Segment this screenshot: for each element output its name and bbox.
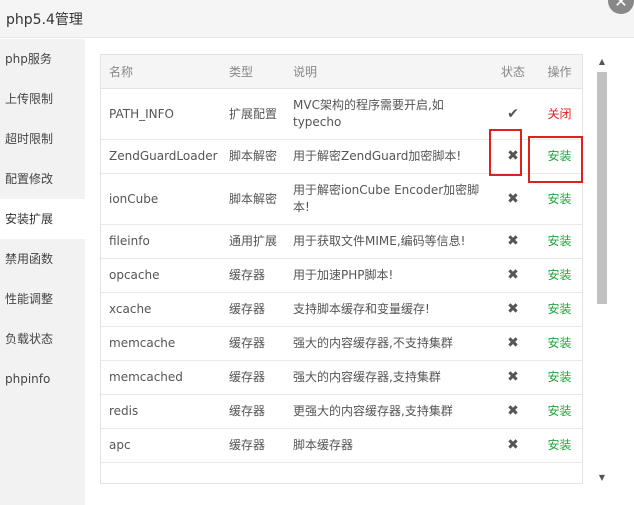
- row-name: xcache: [101, 292, 221, 327]
- row-type: 缓存器: [221, 394, 285, 429]
- row-type: 通用扩展: [221, 224, 285, 259]
- install-link[interactable]: 安装: [547, 268, 571, 282]
- sidebar-item-timeout-limit[interactable]: 超时限制: [0, 119, 85, 159]
- install-link[interactable]: 安装: [547, 302, 571, 316]
- install-link[interactable]: 安装: [547, 192, 571, 206]
- row-type: 缓存器: [221, 258, 285, 293]
- install-link[interactable]: 安装: [547, 234, 571, 248]
- row-desc: 脚本缓存器: [285, 428, 491, 463]
- sidebar-item-disabled-functions[interactable]: 禁用函数: [0, 239, 85, 279]
- sidebar-item-phpinfo[interactable]: phpinfo: [0, 359, 85, 399]
- row-status: ✖: [491, 394, 535, 429]
- cross-icon: ✖: [507, 437, 519, 453]
- table-row: opcache 缓存器 用于加速PHP脚本! ✖ 安装: [101, 258, 582, 293]
- install-link[interactable]: 安装: [547, 404, 571, 418]
- row-desc: 用于获取文件MIME,编码等信息!: [285, 224, 491, 259]
- row-type: 扩展配置: [221, 88, 285, 140]
- cross-icon: ✖: [507, 190, 519, 207]
- row-name: redis: [101, 394, 221, 429]
- install-link[interactable]: 安装: [547, 336, 571, 350]
- row-type: 脚本解密: [221, 173, 285, 225]
- row-name: memcache: [101, 326, 221, 361]
- row-op: 安装: [535, 360, 582, 395]
- row-desc: 用于加速PHP脚本!: [285, 258, 491, 293]
- row-status: ✖: [491, 326, 535, 361]
- row-desc: 用于解密ionCube Encoder加密脚本!: [285, 173, 491, 225]
- sidebar-item-config-edit[interactable]: 配置修改: [0, 159, 85, 199]
- check-icon: ✔: [507, 105, 519, 122]
- scroll-up-icon[interactable]: ▲: [596, 56, 608, 68]
- cross-icon: ✖: [507, 267, 519, 283]
- row-desc: 更强大的内容缓存器,支持集群: [285, 394, 491, 429]
- row-name: ionCube: [101, 173, 221, 225]
- table-header-row: 名称 类型 说明 状态 操作: [101, 55, 582, 89]
- header-name: 名称: [101, 55, 221, 89]
- install-highlight-box: [528, 136, 583, 183]
- row-op: 安装: [535, 224, 582, 259]
- row-name: memcached: [101, 360, 221, 395]
- row-name: apc: [101, 428, 221, 463]
- cross-icon: ✖: [507, 335, 519, 351]
- row-name: ZendGuardLoader: [101, 139, 221, 174]
- row-name: opcache: [101, 258, 221, 293]
- table-row: fileinfo 通用扩展 用于获取文件MIME,编码等信息! ✖ 安装: [101, 224, 582, 259]
- table-row: apc 缓存器 脚本缓存器 ✖ 安装: [101, 428, 582, 463]
- table-row: xcache 缓存器 支持脚本缓存和变量缓存! ✖ 安装: [101, 292, 582, 327]
- table-row: redis 缓存器 更强大的内容缓存器,支持集群 ✖ 安装: [101, 394, 582, 429]
- scroll-down-icon[interactable]: ▼: [596, 472, 608, 484]
- row-status: ✖: [491, 258, 535, 293]
- window-titlebar: php5.4管理: [0, 0, 634, 38]
- sidebar-item-php-service[interactable]: php服务: [0, 39, 85, 79]
- sidebar-item-upload-limit[interactable]: 上传限制: [0, 79, 85, 119]
- row-op: 安装: [535, 326, 582, 361]
- scrollbar-thumb[interactable]: [597, 72, 607, 304]
- table-row: memcached 缓存器 强大的内容缓存器,支持集群 ✖ 安装: [101, 360, 582, 395]
- table-row: ionCube 脚本解密 用于解密ionCube Encoder加密脚本! ✖ …: [101, 173, 582, 225]
- cross-icon: ✖: [507, 233, 519, 249]
- header-status: 状态: [491, 55, 535, 89]
- row-op: 关闭: [535, 88, 582, 140]
- row-type: 缓存器: [221, 360, 285, 395]
- row-op: 安装: [535, 394, 582, 429]
- header-type: 类型: [221, 55, 285, 89]
- install-link[interactable]: 安装: [547, 370, 571, 384]
- row-desc: 支持脚本缓存和变量缓存!: [285, 292, 491, 327]
- row-desc: 强大的内容缓存器,支持集群: [285, 360, 491, 395]
- row-name: PATH_INFO: [101, 88, 221, 140]
- row-type: 脚本解密: [221, 139, 285, 174]
- row-type: 缓存器: [221, 326, 285, 361]
- status-highlight-box: [489, 129, 522, 176]
- row-status: ✖: [491, 360, 535, 395]
- install-link[interactable]: 安装: [547, 438, 571, 452]
- cross-icon: ✖: [507, 369, 519, 385]
- row-desc: 强大的内容缓存器,不支持集群: [285, 326, 491, 361]
- row-op: 安装: [535, 428, 582, 463]
- row-op: 安装: [535, 292, 582, 327]
- sidebar: php服务 上传限制 超时限制 配置修改 安装扩展 禁用函数 性能调整 负载状态…: [0, 39, 85, 505]
- row-desc: 用于解密ZendGuard加密脚本!: [285, 139, 491, 174]
- sidebar-item-install-extensions[interactable]: 安装扩展: [0, 199, 85, 239]
- row-op: 安装: [535, 258, 582, 293]
- row-status: ✖: [491, 292, 535, 327]
- header-desc: 说明: [285, 55, 491, 89]
- header-op: 操作: [535, 55, 582, 89]
- row-status: ✖: [491, 428, 535, 463]
- cross-icon: ✖: [507, 301, 519, 317]
- row-name: fileinfo: [101, 224, 221, 259]
- row-desc: MVC架构的程序需要开启,如typecho: [285, 88, 491, 140]
- window-title: php5.4管理: [6, 12, 83, 28]
- row-status: ✖: [491, 224, 535, 259]
- extensions-table: 名称 类型 说明 状态 操作 PATH_INFO 扩展配置 MVC架构的程序需要…: [101, 55, 582, 463]
- table-scrollbar[interactable]: ▲ ▼: [596, 54, 608, 484]
- main-panel: 名称 类型 说明 状态 操作 PATH_INFO 扩展配置 MVC架构的程序需要…: [85, 39, 634, 505]
- sidebar-item-load-status[interactable]: 负载状态: [0, 319, 85, 359]
- row-type: 缓存器: [221, 428, 285, 463]
- cross-icon: ✖: [507, 403, 519, 419]
- table-row: memcache 缓存器 强大的内容缓存器,不支持集群 ✖ 安装: [101, 326, 582, 361]
- extensions-table-container: 名称 类型 说明 状态 操作 PATH_INFO 扩展配置 MVC架构的程序需要…: [100, 54, 583, 484]
- sidebar-item-performance[interactable]: 性能调整: [0, 279, 85, 319]
- close-extension-link[interactable]: 关闭: [547, 107, 571, 121]
- row-type: 缓存器: [221, 292, 285, 327]
